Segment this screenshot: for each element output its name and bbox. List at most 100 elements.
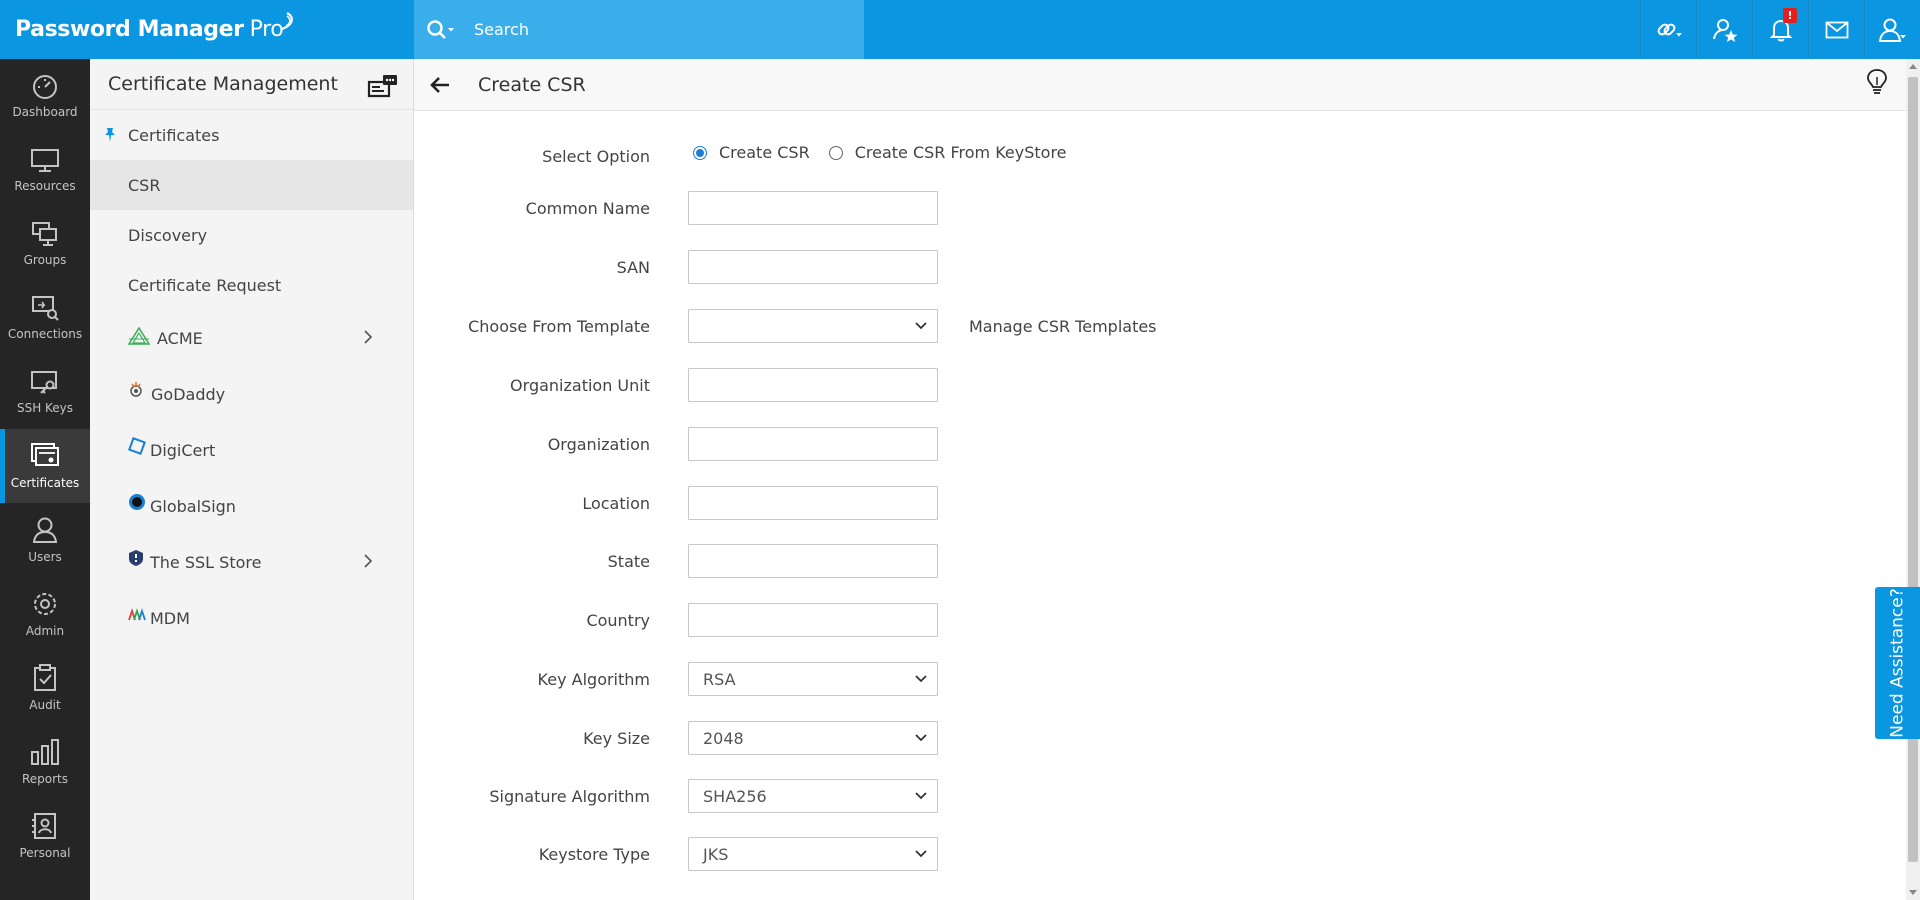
nav-reports[interactable]: Reports — [0, 725, 90, 799]
nav-users[interactable]: Users — [0, 503, 90, 577]
sidebar-item-label: DigiCert — [150, 440, 216, 460]
key-size-select[interactable]: 2048 — [688, 721, 938, 755]
keystore-type-row: Keystore Type JKS — [414, 837, 1614, 871]
scroll-down-icon[interactable] — [1909, 890, 1917, 895]
nav-label: Resources — [14, 179, 76, 193]
signature-algorithm-label: Signature Algorithm — [489, 787, 650, 806]
left-navigation: Dashboard Resources Groups Connections S… — [0, 59, 90, 900]
link-icon[interactable] — [1640, 0, 1696, 59]
scrollbar-thumb[interactable] — [1908, 77, 1918, 862]
sidebar-title: Certificate Management — [108, 73, 338, 95]
key-algorithm-value: RSA — [703, 670, 736, 689]
nav-ssh-keys[interactable]: SSH Keys — [0, 355, 90, 429]
nav-label: Personal — [19, 846, 71, 860]
mail-icon[interactable] — [1808, 0, 1864, 59]
main-content: Create CSR Select Option Create CSR Crea… — [414, 59, 1906, 900]
sidebar-item-label: Certificates — [128, 125, 220, 145]
keystore-type-select[interactable]: JKS — [688, 837, 938, 871]
keystore-type-label: Keystore Type — [538, 845, 650, 864]
user-icon[interactable] — [1864, 0, 1920, 59]
org-unit-label: Organization Unit — [510, 376, 650, 395]
country-row: Country — [414, 603, 1614, 637]
certificate-settings-icon[interactable] — [367, 73, 399, 99]
san-input[interactable] — [688, 250, 938, 284]
nav-resources[interactable]: Resources — [0, 133, 90, 207]
sidebar-item-label: GlobalSign — [150, 496, 236, 516]
nav-connections[interactable]: Connections — [0, 281, 90, 355]
radio-create-csr-from-keystore-label[interactable]: Create CSR From KeyStore — [855, 143, 1067, 162]
bar-chart-icon — [31, 739, 59, 765]
select-option-radio-group: Create CSR Create CSR From KeyStore — [693, 143, 1086, 162]
nav-certificates[interactable]: Certificates — [0, 429, 90, 503]
country-input[interactable] — [688, 603, 938, 637]
back-arrow-icon[interactable] — [428, 73, 452, 97]
bell-icon[interactable]: ! — [1752, 0, 1808, 59]
nav-label: SSH Keys — [16, 401, 74, 415]
groups-icon — [32, 222, 57, 246]
template-label: Choose From Template — [468, 317, 650, 336]
sidebar-item-label: Discovery — [128, 225, 208, 245]
need-assistance-tab[interactable]: Need Assistance? — [1875, 587, 1920, 739]
favorite-user-icon[interactable] — [1696, 0, 1752, 59]
template-select[interactable] — [688, 309, 938, 343]
need-assistance-label: Need Assistance? — [1887, 588, 1908, 738]
scroll-up-icon[interactable] — [1909, 64, 1917, 69]
common-name-input[interactable] — [688, 191, 938, 225]
state-label: State — [607, 552, 650, 571]
nav-label: Admin — [25, 624, 65, 638]
sidebar-item-label: GoDaddy — [151, 384, 226, 404]
org-unit-input[interactable] — [688, 368, 938, 402]
ssl-store-logo-icon — [129, 550, 143, 566]
radio-create-csr-label[interactable]: Create CSR — [719, 143, 810, 162]
state-row: State — [414, 544, 1614, 578]
state-input[interactable] — [688, 544, 938, 578]
brand-name: Password Manager — [15, 17, 244, 42]
search-icon[interactable] — [426, 15, 460, 45]
select-option-label: Select Option — [542, 147, 650, 166]
location-input[interactable] — [688, 486, 938, 520]
chevron-down-icon — [915, 675, 927, 683]
acme-logo-icon — [128, 327, 150, 345]
key-size-value: 2048 — [703, 729, 744, 748]
chevron-down-icon — [915, 850, 927, 858]
nav-label: Reports — [21, 772, 69, 786]
sidebar-item-label: CSR — [128, 175, 161, 195]
nav-dashboard[interactable]: Dashboard — [0, 59, 90, 133]
lightbulb-icon[interactable] — [1866, 68, 1888, 96]
location-label: Location — [582, 494, 650, 513]
sidebar-item-label: MDM — [150, 608, 190, 628]
certificate-management-sidebar: Certificate Management Certificates CSR … — [90, 59, 414, 900]
globalsign-logo-icon — [129, 494, 145, 510]
key-algorithm-select[interactable]: RSA — [688, 662, 938, 696]
manage-csr-templates-link[interactable]: Manage CSR Templates — [969, 317, 1157, 336]
location-row: Location — [414, 486, 1614, 520]
contact-card-icon — [32, 813, 56, 839]
nav-audit[interactable]: Audit — [0, 651, 90, 725]
nav-label: Users — [28, 550, 62, 564]
nav-groups[interactable]: Groups — [0, 207, 90, 281]
nav-label: Dashboard — [12, 105, 78, 119]
vertical-scrollbar[interactable] — [1906, 59, 1920, 900]
organization-input[interactable] — [688, 427, 938, 461]
signature-algorithm-value: SHA256 — [703, 787, 767, 806]
san-row: SAN — [414, 250, 1614, 284]
country-label: Country — [586, 611, 650, 630]
key-size-label: Key Size — [583, 729, 650, 748]
organization-row: Organization — [414, 427, 1614, 461]
monitor-icon — [31, 149, 59, 172]
signature-algorithm-select[interactable]: SHA256 — [688, 779, 938, 813]
app-logo[interactable]: Password Manager Pro — [15, 0, 297, 59]
san-label: SAN — [616, 258, 650, 277]
search-bar[interactable] — [414, 0, 864, 59]
nav-personal[interactable]: Personal — [0, 799, 90, 873]
nav-label: Groups — [23, 253, 67, 267]
brand-swoosh-icon — [281, 11, 294, 30]
radio-create-csr[interactable] — [693, 145, 707, 160]
radio-create-csr-from-keystore[interactable] — [828, 145, 843, 160]
chevron-down-icon — [915, 322, 927, 330]
nav-admin[interactable]: Admin — [0, 577, 90, 651]
user-icon — [32, 517, 58, 543]
notification-badge: ! — [1783, 8, 1797, 23]
search-input[interactable] — [474, 20, 854, 39]
page-title: Create CSR — [478, 73, 586, 96]
